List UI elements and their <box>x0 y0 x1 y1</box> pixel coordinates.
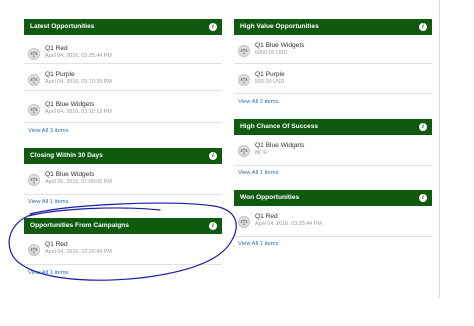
item-value: 86 % <box>255 150 268 156</box>
panel-header: High Chance Of Success i <box>234 119 432 135</box>
list-item[interactable]: Q1 Blue Widgets April 04, 2016, 03:10:13… <box>24 101 222 123</box>
item-title[interactable]: Q1 Red <box>45 241 68 248</box>
item-date: April 04, 2016, 03:25:44 PM <box>45 249 112 255</box>
info-icon[interactable]: i <box>419 123 427 131</box>
panel-header: High Value Opportunities i <box>234 19 432 35</box>
item-title[interactable]: Q1 Purple <box>45 71 75 78</box>
divider <box>234 63 432 64</box>
scale-icon <box>28 74 40 86</box>
list-item[interactable]: Q1 Blue Widgets 6000.00 USD <box>234 42 432 64</box>
panel-header: Closing Within 30 Days i <box>24 148 222 164</box>
high-chance-of-success-panel: High Chance Of Success i Q1 Blue Widgets… <box>234 119 432 176</box>
item-title[interactable]: Q1 Purple <box>255 71 285 78</box>
item-title[interactable]: Q1 Red <box>255 213 278 220</box>
scale-icon <box>28 104 40 116</box>
scale-icon <box>28 48 40 60</box>
divider <box>24 264 222 265</box>
won-opportunities-panel: Won Opportunities i Q1 Red April 04, 201… <box>234 190 432 247</box>
list-item[interactable]: Q1 Red April 04, 2016, 03:25:44 PM <box>234 213 432 235</box>
item-date: April 04, 2016, 03:25:44 PM <box>45 53 112 59</box>
panel-title: Opportunities From Campaigns <box>30 222 129 229</box>
panel-header: Won Opportunities i <box>234 190 432 206</box>
view-all-link[interactable]: View All 2 items <box>238 99 279 105</box>
view-all-link[interactable]: View All 1 items <box>28 270 69 276</box>
panel-title: Closing Within 30 Days <box>30 152 103 159</box>
page-right-border <box>439 0 440 298</box>
info-icon[interactable]: i <box>209 23 217 31</box>
scale-icon <box>238 74 250 86</box>
item-value: 6000.00 USD <box>255 50 288 56</box>
scale-icon <box>238 145 250 157</box>
divider <box>234 93 432 94</box>
scale-icon <box>28 174 40 186</box>
info-icon[interactable]: i <box>419 23 427 31</box>
view-all-link[interactable]: View All 3 items <box>28 128 69 134</box>
list-item[interactable]: Q1 Blue Widgets April 26, 2016, 07:00:00… <box>24 171 222 193</box>
view-all-link[interactable]: View All 1 items <box>28 199 69 205</box>
info-icon[interactable]: i <box>209 222 217 230</box>
high-value-opportunities-panel: High Value Opportunities i Q1 Blue Widge… <box>234 19 432 105</box>
divider <box>24 90 222 91</box>
item-title[interactable]: Q1 Red <box>45 45 68 52</box>
item-title[interactable]: Q1 Blue Widgets <box>45 171 94 178</box>
panel-title: Won Opportunities <box>240 194 300 201</box>
item-date: April 04, 2016, 03:25:44 PM <box>255 221 322 227</box>
scale-icon <box>28 244 40 256</box>
info-icon[interactable]: i <box>209 152 217 160</box>
scale-icon <box>238 45 250 57</box>
item-date: April 04, 2016, 03:10:35 PM <box>45 79 112 85</box>
view-all-link[interactable]: View All 1 items <box>238 241 279 247</box>
panel-header: Latest Opportunities i <box>24 19 222 35</box>
list-item[interactable]: Q1 Red April 04, 2016, 03:25:44 PM <box>24 241 222 263</box>
item-title[interactable]: Q1 Blue Widgets <box>255 42 304 49</box>
panel-title: High Chance Of Success <box>240 123 319 130</box>
view-all-link[interactable]: View All 1 items <box>238 170 279 176</box>
list-item[interactable]: Q1 Purple 500.00 USD <box>234 71 432 93</box>
opportunities-from-campaigns-panel: Opportunities From Campaigns i Q1 Red Ap… <box>24 218 222 276</box>
divider <box>24 63 222 64</box>
panel-title: High Value Opportunities <box>240 23 319 30</box>
panel-title: Latest Opportunities <box>30 23 95 30</box>
item-value: 500.00 USD <box>255 79 285 85</box>
closing-within-30-days-panel: Closing Within 30 Days i Q1 Blue Widgets… <box>24 148 222 205</box>
panel-header: Opportunities From Campaigns i <box>24 218 222 234</box>
divider <box>24 122 222 123</box>
list-item[interactable]: Q1 Blue Widgets 86 % <box>234 142 432 164</box>
item-date: April 04, 2016, 03:10:13 PM <box>45 109 112 115</box>
divider <box>234 236 432 237</box>
item-title[interactable]: Q1 Blue Widgets <box>45 101 94 108</box>
divider <box>24 194 222 195</box>
scale-icon <box>238 216 250 228</box>
item-title[interactable]: Q1 Blue Widgets <box>255 142 304 149</box>
item-date: April 26, 2016, 07:00:00 PM <box>45 179 112 185</box>
latest-opportunities-panel: Latest Opportunities i Q1 Red April 04, … <box>24 19 222 134</box>
divider <box>234 165 432 166</box>
info-icon[interactable]: i <box>419 194 427 202</box>
